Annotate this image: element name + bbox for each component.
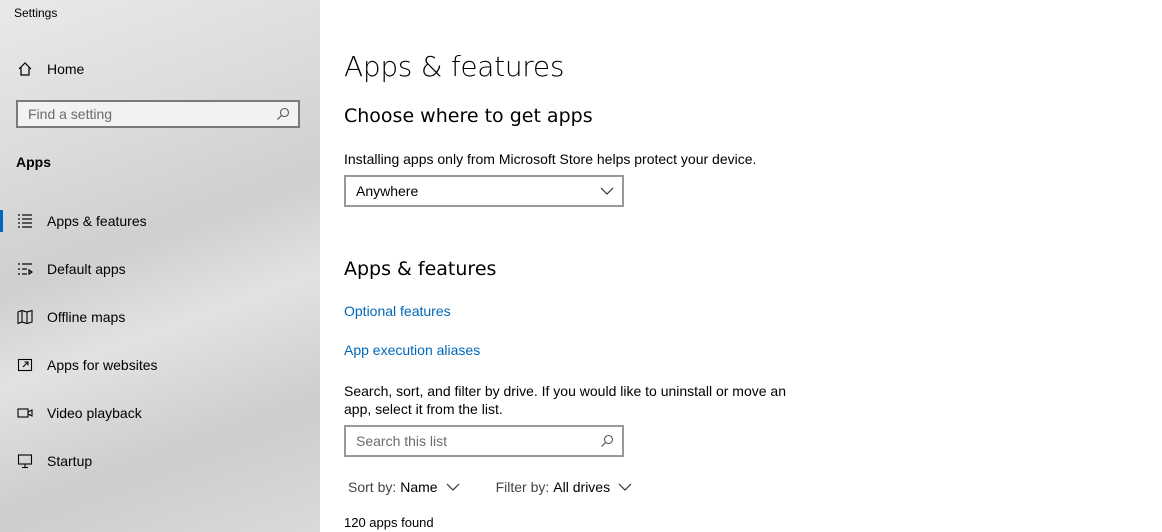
- filter-by-dropdown[interactable]: Filter by: All drives: [496, 479, 632, 495]
- sidebar-item-label: Home: [47, 61, 85, 77]
- app-execution-aliases-link[interactable]: App execution aliases: [344, 342, 480, 358]
- main-content: Apps & features Choose where to get apps…: [320, 0, 1162, 532]
- sidebar-item-apps-features[interactable]: Apps & features: [0, 201, 320, 241]
- map-icon: [16, 308, 34, 326]
- filter-by-value: All drives: [553, 479, 611, 495]
- apps-features-heading: Apps & features: [344, 258, 497, 280]
- sidebar-item-video-playback[interactable]: Video playback: [0, 393, 320, 433]
- sidebar-item-label: Apps for websites: [47, 357, 158, 373]
- default-apps-icon: [16, 260, 34, 278]
- chevron-down-icon: [446, 480, 460, 494]
- app-source-dropdown[interactable]: Anywhere: [344, 175, 624, 207]
- chevron-down-icon: [600, 184, 614, 198]
- search-icon[interactable]: [598, 432, 616, 450]
- sidebar-item-startup[interactable]: Startup: [0, 441, 320, 481]
- apps-count: 120 apps found: [344, 515, 434, 530]
- sidebar-item-label: Apps & features: [47, 213, 147, 229]
- chevron-down-icon: [618, 480, 632, 494]
- sort-by-label: Sort by:: [348, 479, 397, 495]
- search-icon[interactable]: [274, 105, 292, 123]
- sidebar-item-default-apps[interactable]: Default apps: [0, 249, 320, 289]
- sidebar-item-home[interactable]: Home: [0, 49, 320, 89]
- sidebar-item-label: Startup: [47, 453, 93, 469]
- sidebar-item-offline-maps[interactable]: Offline maps: [0, 297, 320, 337]
- startup-icon: [16, 452, 34, 470]
- list-icon: [16, 212, 34, 230]
- home-icon: [16, 60, 34, 78]
- sidebar: Settings Home Apps Apps & features Defau…: [0, 0, 320, 532]
- sort-filter-row: Sort by: Name Filter by: All drives: [348, 479, 632, 495]
- page-title: Apps & features: [344, 50, 565, 83]
- search-list[interactable]: [344, 425, 624, 457]
- sidebar-section-label: Apps: [16, 154, 51, 170]
- app-source-value: Anywhere: [356, 183, 419, 199]
- choose-where-description: Installing apps only from Microsoft Stor…: [344, 151, 757, 167]
- find-setting-input[interactable]: [18, 101, 274, 127]
- sidebar-item-label: Default apps: [47, 261, 126, 277]
- optional-features-link[interactable]: Optional features: [344, 303, 451, 319]
- sort-by-dropdown[interactable]: Sort by: Name: [348, 479, 460, 495]
- video-icon: [16, 404, 34, 422]
- sort-by-value: Name: [400, 479, 438, 495]
- find-setting-search[interactable]: [16, 100, 300, 128]
- open-in-icon: [16, 356, 34, 374]
- search-list-input[interactable]: [346, 426, 598, 456]
- sidebar-item-label: Video playback: [47, 405, 142, 421]
- window-title: Settings: [14, 6, 58, 20]
- search-description-line1: Search, sort, and filter by drive. If yo…: [344, 383, 786, 399]
- sidebar-item-apps-for-websites[interactable]: Apps for websites: [0, 345, 320, 385]
- search-description-line2: app, select it from the list.: [344, 401, 503, 417]
- choose-where-heading: Choose where to get apps: [344, 105, 593, 127]
- filter-by-label: Filter by:: [495, 479, 550, 495]
- sidebar-item-label: Offline maps: [47, 309, 126, 325]
